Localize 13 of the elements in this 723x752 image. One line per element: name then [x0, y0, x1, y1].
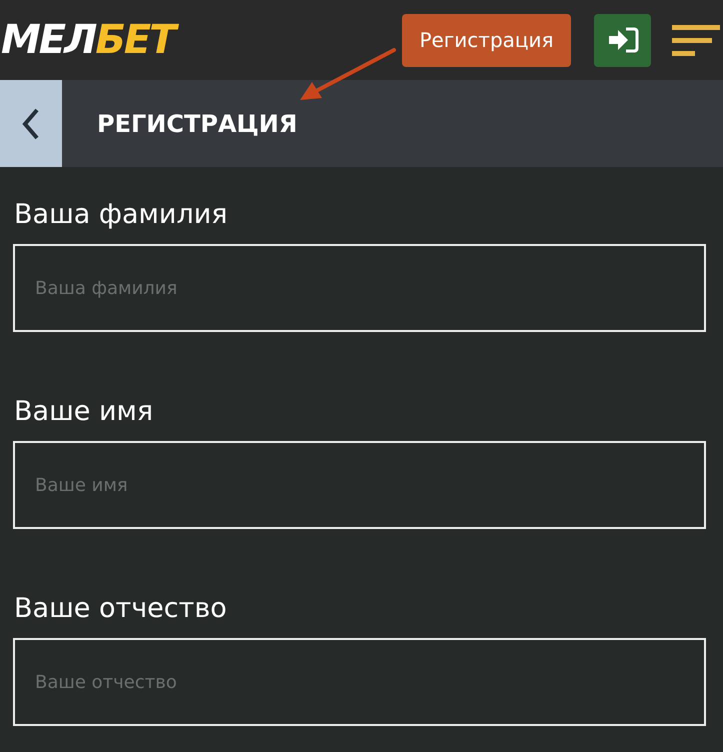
chevron-left-icon: [22, 108, 40, 140]
field-label: Ваше отчество: [14, 592, 228, 626]
field-label: Ваше имя: [14, 395, 154, 429]
page-title: РЕГИСТРАЦИЯ: [97, 108, 298, 140]
input-field[interactable]: Ваше отчество: [13, 638, 706, 726]
field-label: Ваша фамилия: [14, 198, 228, 232]
input-field[interactable]: Ваше имя: [13, 441, 706, 529]
menu-icon[interactable]: [672, 24, 720, 56]
back-button[interactable]: [0, 80, 62, 167]
login-button[interactable]: [594, 14, 651, 66]
registration-button[interactable]: Регистрация: [402, 14, 571, 66]
input-field[interactable]: Ваша фамилия: [13, 244, 706, 332]
sign-in-icon: [606, 26, 638, 54]
